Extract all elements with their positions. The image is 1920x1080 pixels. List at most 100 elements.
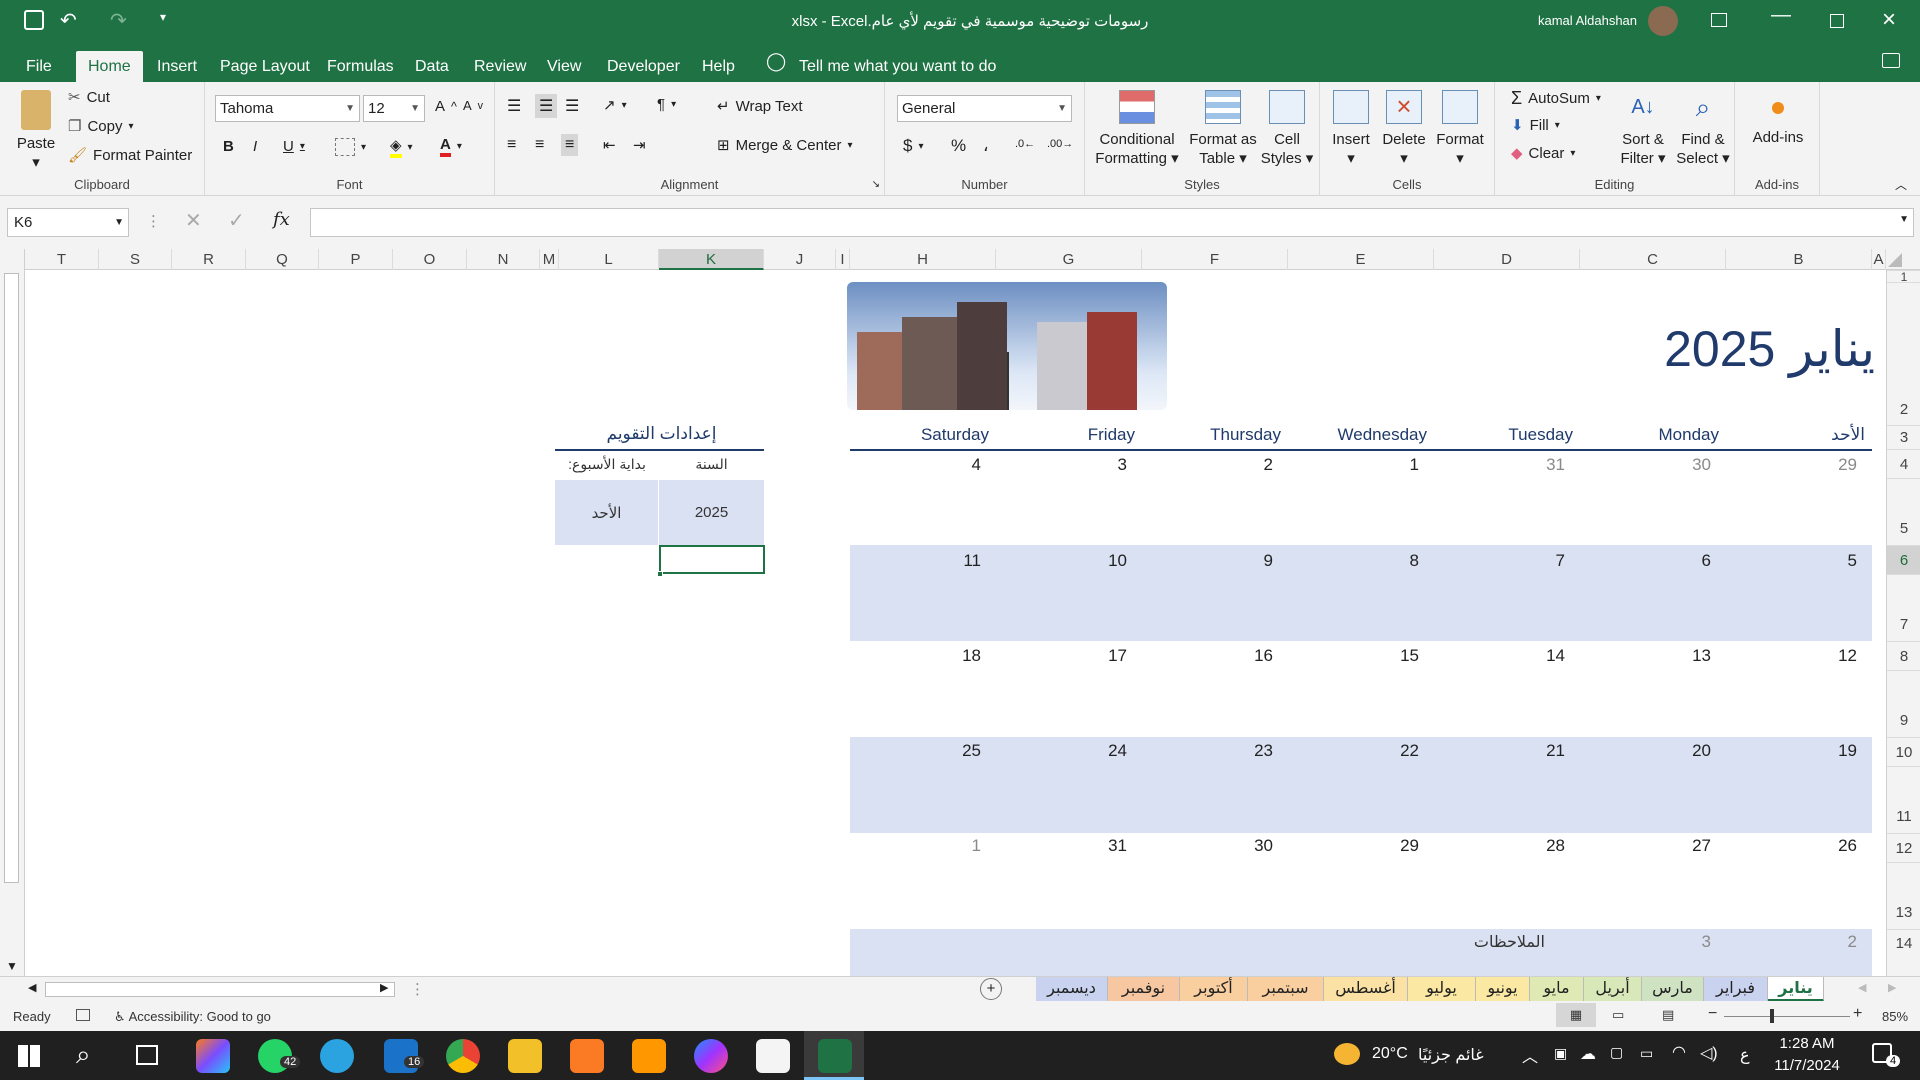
column-header-R[interactable]: R	[172, 249, 246, 270]
day-header-thursday[interactable]: Thursday	[1141, 425, 1281, 445]
tab-nav-next-icon[interactable]: ▶	[1888, 981, 1896, 994]
h-scroll-right-icon[interactable]: ▶	[380, 981, 388, 994]
font-color-icon[interactable]: A ▾	[440, 136, 462, 157]
undo-icon[interactable]: ↶	[60, 8, 77, 33]
date-cell[interactable]: 29	[1359, 836, 1419, 856]
date-cell[interactable]: 25	[921, 741, 981, 761]
sheet-tab-march[interactable]: مارس	[1642, 977, 1704, 1002]
column-header-T[interactable]: T	[25, 249, 99, 270]
column-header-Q[interactable]: Q	[246, 249, 319, 270]
new-sheet-button[interactable]: +	[980, 978, 1002, 1000]
row-header[interactable]: 14	[1887, 929, 1920, 976]
column-header-E[interactable]: E	[1288, 249, 1434, 270]
grow-font-icon[interactable]: A ^	[435, 98, 457, 115]
tab-insert[interactable]: Insert	[155, 51, 199, 82]
column-header-L[interactable]: L	[559, 249, 659, 270]
weather-text[interactable]: غائم جزئيًا	[1418, 1045, 1484, 1065]
date-cell[interactable]: 1	[1359, 455, 1419, 475]
date-cell[interactable]: 1	[921, 836, 981, 856]
date-cell[interactable]: 24	[1067, 741, 1127, 761]
sheet-tab-june[interactable]: يونيو	[1476, 977, 1530, 1002]
comments-icon[interactable]	[1882, 53, 1900, 68]
avatar[interactable]	[1648, 6, 1678, 36]
date-cell[interactable]: 7	[1505, 551, 1565, 571]
clock-date[interactable]: 11/7/2024	[1752, 1057, 1862, 1074]
cancel-entry-icon[interactable]: ✕	[185, 208, 202, 233]
find-select-button[interactable]: ⌕ Find & Select ▾	[1673, 90, 1733, 168]
chevron-up-icon[interactable]: ︿	[1522, 1043, 1538, 1067]
column-header-A[interactable]: A	[1872, 249, 1886, 270]
battery-icon[interactable]: ▭	[1640, 1045, 1653, 1062]
sheet-tab-october[interactable]: أكتوبر	[1180, 977, 1248, 1002]
notes-label[interactable]: الملاحظات	[1425, 932, 1545, 952]
date-cell[interactable]: 31	[1067, 836, 1127, 856]
conditional-formatting-button[interactable]: Conditional Formatting ▾	[1089, 90, 1185, 168]
restore-icon[interactable]	[1830, 14, 1844, 28]
column-header-F[interactable]: F	[1142, 249, 1288, 270]
copy-button[interactable]: ❐ Copy ▾	[68, 117, 134, 136]
redo-icon[interactable]: ↷	[110, 8, 127, 33]
sheet-tab-august[interactable]: أغسطس	[1324, 977, 1408, 1002]
italic-button[interactable]: I	[253, 138, 257, 155]
wrap-text-button[interactable]: ↵ Wrap Text	[717, 97, 803, 116]
confirm-entry-icon[interactable]: ✓	[228, 208, 245, 233]
column-header-P[interactable]: P	[319, 249, 393, 270]
number-format-combo[interactable]: General ▼	[897, 95, 1072, 122]
day-header-wednesday[interactable]: Wednesday	[1287, 425, 1427, 445]
font-size-combo[interactable]: 12 ▼	[363, 95, 425, 122]
ribbon-display-icon[interactable]	[1711, 13, 1727, 27]
vertical-scrollbar[interactable]: ▼	[0, 249, 25, 976]
align-top-icon[interactable]: ☰	[507, 96, 521, 116]
tab-page-layout[interactable]: Page Layout	[218, 51, 312, 82]
tab-help[interactable]: Help	[700, 51, 737, 82]
date-cell[interactable]: 18	[921, 646, 981, 666]
align-right-icon[interactable]: ≡	[561, 134, 579, 156]
autosum-button[interactable]: Σ AutoSum ▾	[1511, 88, 1601, 109]
insert-cells-button[interactable]: Insert ▾	[1326, 90, 1376, 168]
date-cell[interactable]: 12	[1797, 646, 1857, 666]
shrink-font-icon[interactable]: Av	[463, 98, 483, 113]
page-break-view-icon[interactable]: ▤	[1662, 1007, 1674, 1023]
merge-center-button[interactable]: ⊞ Merge & Center ▾	[717, 136, 853, 155]
date-cell[interactable]: 23	[1213, 741, 1273, 761]
date-cell[interactable]: 2	[1213, 455, 1273, 475]
windows-start-icon[interactable]	[18, 1045, 40, 1067]
cut-button[interactable]: ✂ Cut	[68, 88, 110, 107]
row-header[interactable]: 12	[1887, 833, 1920, 862]
date-cell[interactable]: 29	[1797, 455, 1857, 475]
row-header[interactable]: 5	[1887, 478, 1920, 545]
decrease-indent-icon[interactable]: ⇤	[603, 136, 616, 154]
format-cells-button[interactable]: Format ▾	[1432, 90, 1488, 168]
tell-me-search[interactable]: Tell me what you want to do	[797, 51, 998, 82]
autosave-icon[interactable]	[24, 10, 44, 30]
sheet-tab-september[interactable]: سبتمبر	[1248, 977, 1324, 1002]
underline-button[interactable]: U ▾	[283, 138, 305, 155]
fill-handle[interactable]	[657, 571, 663, 577]
bold-button[interactable]: B	[223, 138, 234, 155]
day-header-tuesday[interactable]: Tuesday	[1433, 425, 1573, 445]
wifi-icon[interactable]: ◠	[1672, 1042, 1686, 1062]
column-header-D[interactable]: D	[1434, 249, 1580, 270]
tab-home[interactable]: Home	[76, 51, 143, 82]
date-cell[interactable]: 19	[1797, 741, 1857, 761]
row-header[interactable]: 1	[1887, 270, 1920, 283]
date-cell[interactable]: 3	[1067, 455, 1127, 475]
normal-view-icon[interactable]: ▦	[1556, 1003, 1596, 1027]
currency-button[interactable]: $ ▾	[903, 136, 924, 156]
font-name-combo[interactable]: Tahoma ▼	[215, 95, 360, 122]
date-cell[interactable]: 4	[921, 455, 981, 475]
date-cell[interactable]: 30	[1213, 836, 1273, 856]
language-indicator[interactable]: ع	[1740, 1045, 1750, 1065]
date-cell[interactable]: 16	[1213, 646, 1273, 666]
column-header-N[interactable]: N	[467, 249, 540, 270]
row-header[interactable]: 8	[1887, 641, 1920, 670]
column-header-B[interactable]: B	[1726, 249, 1872, 270]
sort-filter-button[interactable]: A↓ Sort & Filter ▾	[1615, 90, 1671, 168]
delete-cells-button[interactable]: × Delete ▾	[1378, 90, 1430, 168]
column-header-M[interactable]: M	[540, 249, 559, 270]
zoom-level[interactable]: 85%	[1882, 1009, 1908, 1024]
tab-formulas[interactable]: Formulas	[325, 51, 396, 82]
date-cell[interactable]: 6	[1651, 551, 1711, 571]
column-header-C[interactable]: C	[1580, 249, 1726, 270]
active-cell-K6[interactable]	[659, 545, 765, 574]
